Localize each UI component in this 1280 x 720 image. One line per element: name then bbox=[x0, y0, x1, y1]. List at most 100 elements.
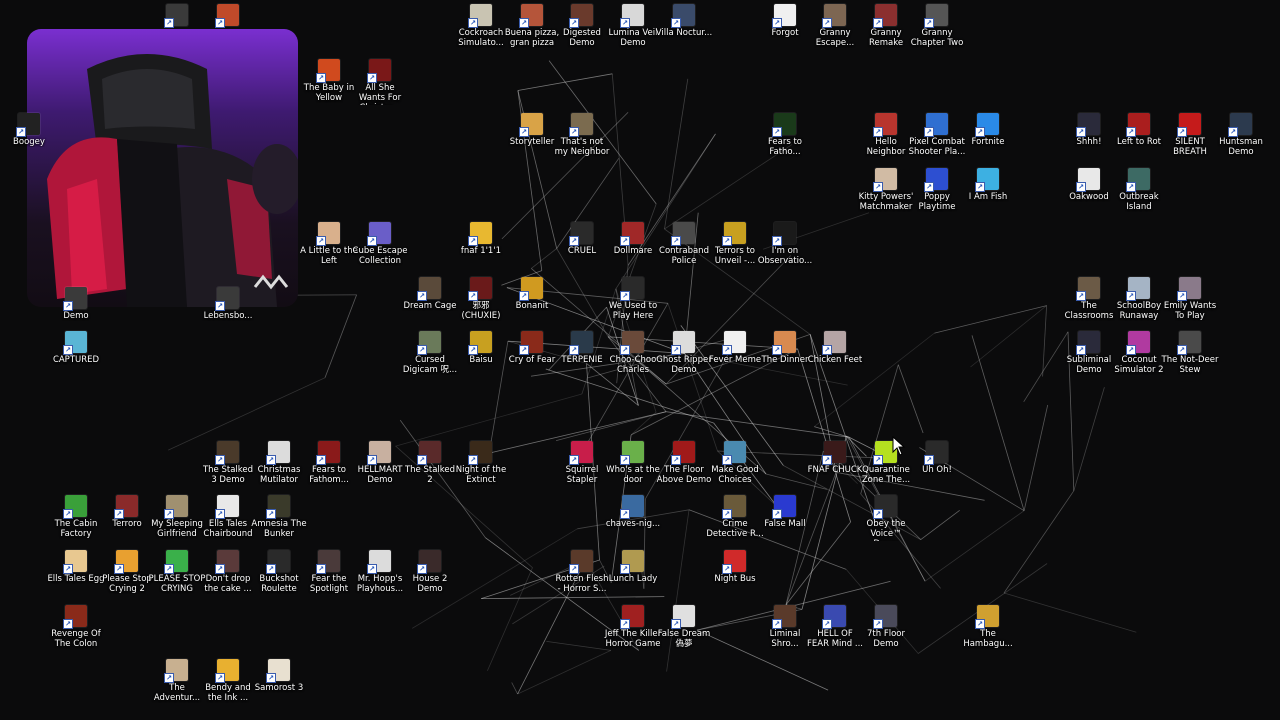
desktop-icon[interactable]: ↗ Baisu bbox=[452, 331, 510, 391]
shortcut-icon: ↗ bbox=[164, 550, 188, 574]
desktop-icon[interactable]: ↗ House 2 Demo bbox=[401, 550, 459, 610]
desktop-icon[interactable]: ↗ bbox=[148, 4, 206, 64]
desktop-icon[interactable]: ↗ We Used to Play Here bbox=[604, 277, 662, 337]
desktop-icon[interactable]: ↗ Left to Rot bbox=[1110, 113, 1168, 173]
desktop-icon[interactable]: ↗ fnaf 1'1'1 bbox=[452, 222, 510, 282]
desktop-icon[interactable]: ↗ Boogey bbox=[0, 113, 58, 173]
desktop-icon[interactable]: ↗ Ells Tales Egg bbox=[47, 550, 105, 610]
shortcut-icon: ↗ bbox=[519, 331, 543, 355]
desktop-icon[interactable]: ↗ 邪邪 (CHUXIE) bbox=[452, 277, 510, 337]
desktop-icon[interactable]: ↗ Cockroach Simulato... bbox=[452, 4, 510, 64]
desktop-icon[interactable]: ↗Obey the Voice™ Demo bbox=[857, 495, 915, 555]
shortcut-arrow-icon: ↗ bbox=[316, 73, 326, 83]
desktop-icon[interactable]: ↗ Night of the Extinct bbox=[452, 441, 510, 501]
desktop-icon[interactable]: ↗ Huntsman Demo bbox=[1212, 113, 1270, 173]
desktop-icon[interactable]: ↗ My Sleeping Girlfriend bbox=[148, 495, 206, 555]
desktop-icon-label: Rotten Flesh - Horror S... bbox=[555, 574, 609, 594]
shortcut-arrow-icon: ↗ bbox=[417, 564, 427, 574]
desktop-icon[interactable]: ↗ Don't drop the cake ... bbox=[199, 550, 257, 610]
desktop-icon[interactable]: ↗ A Little to the Left bbox=[300, 222, 358, 282]
desktop-icon[interactable]: ↗ The Cabin Factory bbox=[47, 495, 105, 555]
desktop-icon[interactable]: ↗ Granny Remake bbox=[857, 4, 915, 64]
desktop-icon[interactable]: ↗ Kitty Powers' Matchmaker bbox=[857, 168, 915, 228]
desktop-icon[interactable]: ↗ I'm on Observatio... bbox=[756, 222, 814, 282]
desktop-icon[interactable]: ↗ Dollmare bbox=[604, 222, 662, 282]
desktop-icon[interactable]: ↗ The Stalked 2 bbox=[401, 441, 459, 501]
shortcut-arrow-icon: ↗ bbox=[16, 127, 26, 137]
desktop-icon[interactable]: ↗ The Adventur... bbox=[148, 659, 206, 719]
desktop-icon-label: Lunch Lady bbox=[608, 574, 658, 584]
desktop-icon[interactable]: ↗ The Hambagu... bbox=[959, 605, 1017, 665]
desktop-icon[interactable]: ↗ FNAF CHUCK bbox=[806, 441, 864, 501]
desktop-icon[interactable]: ↗ Samorost 3 bbox=[250, 659, 308, 719]
desktop-icon[interactable]: ↗ TERPENIE bbox=[553, 331, 611, 391]
desktop-icon[interactable]: ↗ Lebensbo... bbox=[199, 287, 257, 347]
shortcut-arrow-icon: ↗ bbox=[975, 182, 985, 192]
desktop-icon-label: My Sleeping Girlfriend bbox=[151, 519, 203, 539]
desktop-icon[interactable]: ↗ Dream Cage bbox=[401, 277, 459, 337]
desktop-icon[interactable]: ↗ Who's at the door bbox=[604, 441, 662, 501]
desktop-icon[interactable]: ↗ bbox=[199, 4, 257, 64]
desktop-icon[interactable]: ↗ PLEASE STOP CRYING bbox=[148, 550, 206, 610]
desktop-icon[interactable]: ↗ Chicken Feet bbox=[806, 331, 864, 391]
desktop-icon[interactable]: ↗ Ells Tales Chairbound bbox=[199, 495, 257, 555]
desktop-icon[interactable]: ↗ Granny Chapter Two bbox=[908, 4, 966, 64]
desktop-icon[interactable]: ↗ Fortnite bbox=[959, 113, 1017, 173]
desktop-icon[interactable]: ↗ The Floor Above Demo bbox=[655, 441, 713, 501]
desktop-icon[interactable]: ↗ CAPTURED bbox=[47, 331, 105, 391]
desktop-icon[interactable]: ↗ Quarantine Zone The... bbox=[857, 441, 915, 501]
desktop-icon[interactable]: ↗ SILENT BREATH bbox=[1161, 113, 1219, 173]
desktop-icon[interactable]: ↗ Digested Demo bbox=[553, 4, 611, 64]
desktop-icon[interactable]: ↗ Cube Escape Collection bbox=[351, 222, 409, 282]
desktop-icon[interactable]: ↗ Poppy Playtime bbox=[908, 168, 966, 228]
desktop-icon[interactable]: ↗ Bendy and the Ink ... bbox=[199, 659, 257, 719]
desktop-icon[interactable]: ↗ Bonanit bbox=[503, 277, 561, 337]
desktop-icon[interactable]: ↗ Amnesia The Bunker bbox=[250, 495, 308, 555]
desktop-icon-label: CRUEL bbox=[567, 246, 597, 256]
desktop-icon[interactable]: ↗ The Baby in Yellow bbox=[300, 59, 358, 119]
desktop-icon[interactable]: ↗ CRUEL bbox=[553, 222, 611, 282]
desktop-icon[interactable]: ↗ Outbreak Island bbox=[1110, 168, 1168, 228]
shortcut-arrow-icon: ↗ bbox=[569, 127, 579, 137]
shortcut-arrow-icon: ↗ bbox=[367, 73, 377, 83]
desktop-icon[interactable]: ↗ Pixel Combat Shooter Pla... bbox=[908, 113, 966, 173]
desktop-icon[interactable]: ↗ Uh Oh! bbox=[908, 441, 966, 501]
desktop-icon[interactable]: ↗All She Wants For Christm... bbox=[351, 59, 409, 119]
desktop-icon[interactable]: ↗ False Mall bbox=[756, 495, 814, 555]
desktop-icon[interactable]: ↗ Lunch Lady bbox=[604, 550, 662, 610]
desktop-icon[interactable]: ↗ Emily Wants To Play bbox=[1161, 277, 1219, 337]
desktop-icon[interactable]: ↗ chaves-nig... bbox=[604, 495, 662, 555]
shortcut-arrow-icon: ↗ bbox=[63, 619, 73, 629]
shortcut-arrow-icon: ↗ bbox=[114, 564, 124, 574]
desktop-icon[interactable]: ↗ Fears to Fatho... bbox=[756, 113, 814, 173]
desktop-icon[interactable]: ↗ HELL OF FEAR Mind ... bbox=[806, 605, 864, 665]
desktop-icon[interactable]: ↗ Choo-Choo Charles bbox=[604, 331, 662, 391]
desktop-icon[interactable]: ↗ Villa Noctur... bbox=[655, 4, 713, 64]
desktop-icon[interactable]: ↗ I Am Fish bbox=[959, 168, 1017, 228]
desktop-icon[interactable]: ↗ Jeff The Killer Horror Game bbox=[604, 605, 662, 665]
desktop-icon[interactable]: ↗ Ghost Ripper Demo bbox=[655, 331, 713, 391]
desktop-icon[interactable]: ↗ That's not my Neighbor bbox=[553, 113, 611, 173]
desktop-icon[interactable]: ↗ The Not-Deer Stew bbox=[1161, 331, 1219, 391]
desktop-icon-label: Make Good Choices bbox=[711, 465, 759, 485]
desktop-icon[interactable]: ↗ The Stalked 3 Demo bbox=[199, 441, 257, 501]
shortcut-arrow-icon: ↗ bbox=[215, 564, 225, 574]
desktop-icon[interactable]: ↗ Fear the Spotlight bbox=[300, 550, 358, 610]
desktop-icon[interactable]: ↗ SchoolBoy Runaway bbox=[1110, 277, 1168, 337]
desktop-icon[interactable]: ↗ Revenge Of The Colon bbox=[47, 605, 105, 665]
desktop-icon[interactable]: ↗ Lumina Veil Demo bbox=[604, 4, 662, 64]
desktop-icon[interactable]: ↗ False Dream 偽夢 bbox=[655, 605, 713, 665]
desktop-icon[interactable]: ↗ Make Good Choices bbox=[706, 441, 764, 501]
desktop-icon[interactable]: ↗ Cursed Digicam 呪... bbox=[401, 331, 459, 391]
desktop-icon[interactable]: ↗ Hello Neighbor bbox=[857, 113, 915, 173]
desktop-icon[interactable]: ↗ Squirrel Stapler bbox=[553, 441, 611, 501]
desktop-icon[interactable]: ↗ 7th Floor Demo bbox=[857, 605, 915, 665]
desktop-icon[interactable]: ↗ Rotten Flesh - Horror S... bbox=[553, 550, 611, 610]
desktop-icon[interactable]: ↗ Contraband Police bbox=[655, 222, 713, 282]
desktop-icon[interactable]: ↗ Night Bus bbox=[706, 550, 764, 610]
desktop-icon[interactable]: ↗ Fears to Fathom... bbox=[300, 441, 358, 501]
desktop-icon-label: TERPENIE bbox=[561, 355, 603, 365]
desktop-icon-label: Emily Wants To Play bbox=[1163, 301, 1217, 321]
desktop-icon[interactable]: ↗ Coconut Simulator 2 bbox=[1110, 331, 1168, 391]
desktop-icon[interactable]: ↗ Granny Escape... bbox=[806, 4, 864, 64]
